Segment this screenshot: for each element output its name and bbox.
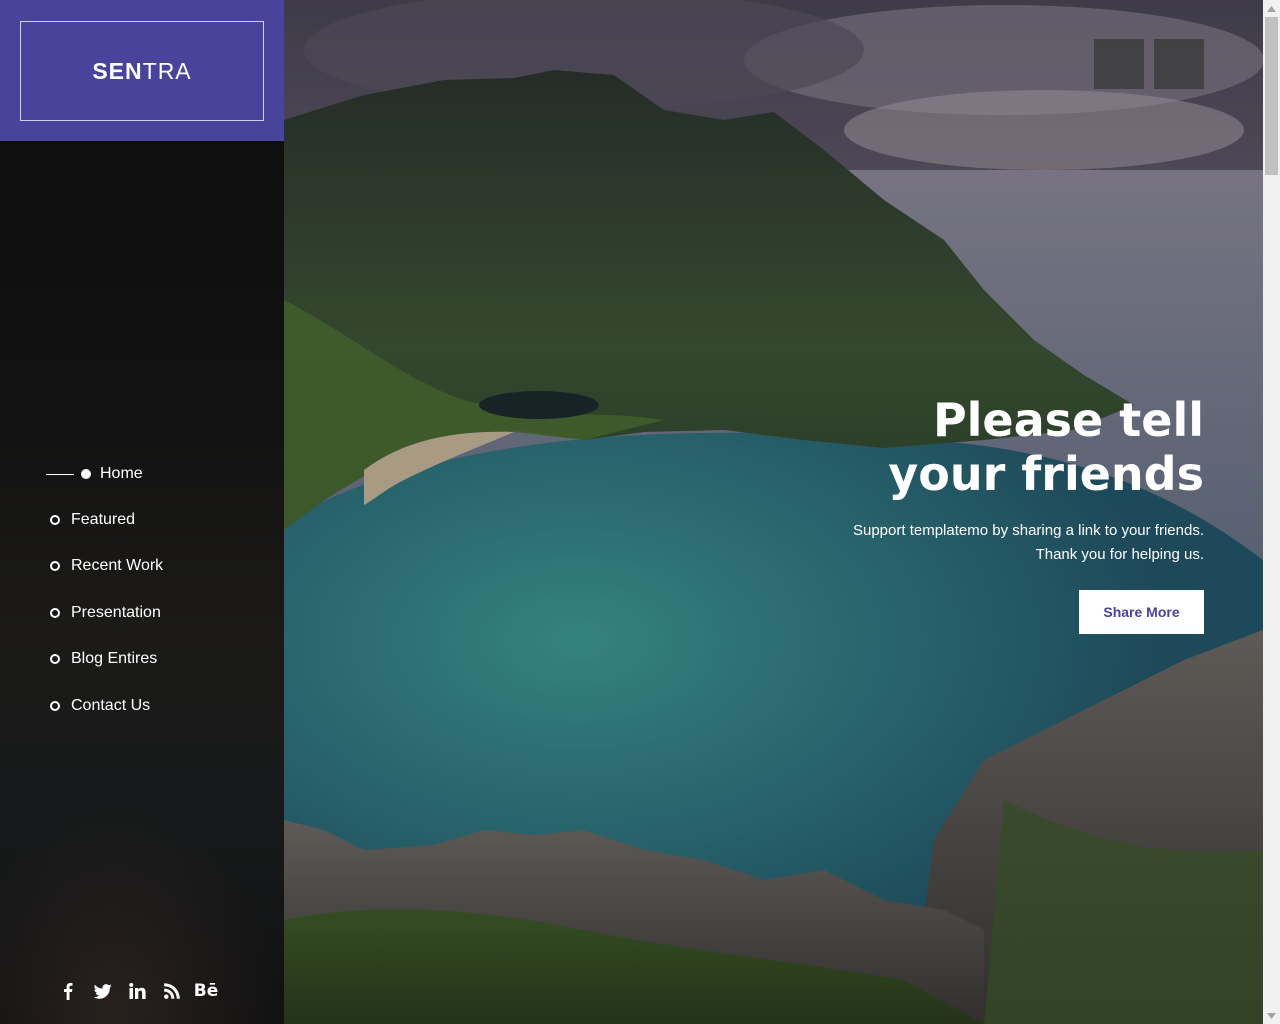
nav-label-blog-entires: Blog Entires: [71, 650, 158, 667]
nav-label-featured: Featured: [71, 511, 136, 528]
nav-label-recent-work: Recent Work: [71, 557, 164, 574]
brand-box: SEN TRA: [0, 0, 284, 141]
scroll-down-arrow-icon[interactable]: [1263, 1007, 1280, 1024]
social-links: Bē: [56, 978, 229, 1004]
brand-name-bold: SEN: [92, 57, 143, 84]
nav-item-presentation[interactable]: Presentation: [50, 601, 161, 625]
hero-title-line-2: your friends: [888, 447, 1204, 501]
active-dot-icon: [81, 469, 91, 479]
nav-dot-icon: [50, 654, 60, 664]
linkedin-icon: [128, 983, 146, 999]
facebook-link[interactable]: [56, 978, 80, 1004]
nav-item-contact-us[interactable]: Contact Us: [50, 694, 150, 718]
nav-label-contact-us: Contact Us: [71, 697, 151, 714]
site-logo[interactable]: SEN TRA: [20, 21, 264, 121]
nav-item-blog-entires[interactable]: Blog Entires: [50, 647, 157, 671]
slider-prev-button[interactable]: [1094, 39, 1144, 89]
behance-icon: Bē: [193, 981, 219, 1001]
nav-dot-icon: [50, 515, 60, 525]
vertical-scrollbar[interactable]: [1263, 0, 1280, 1024]
nav-dot-icon: [50, 561, 60, 571]
nav-dot-icon: [50, 608, 60, 618]
nav-item-home[interactable]: Home: [46, 462, 143, 486]
scrollbar-thumb[interactable]: [1265, 17, 1278, 175]
nav-dot-icon: [50, 701, 60, 711]
nav-label-presentation: Presentation: [71, 604, 161, 621]
nav-item-recent-work[interactable]: Recent Work: [50, 554, 163, 578]
nav-label-home: Home: [100, 465, 143, 482]
sidebar: SEN TRA Home Featured Recent Work Present…: [0, 0, 284, 1024]
facebook-icon: [64, 983, 73, 1000]
active-indicator-line: [46, 473, 74, 475]
hero-subtitle: Support templatemo by sharing a link to …: [744, 519, 1204, 567]
brand-name-light: TRA: [142, 57, 192, 84]
hero-subtitle-line-1: Support templatemo by sharing a link to …: [852, 522, 1204, 539]
rss-link[interactable]: [160, 978, 184, 1004]
behance-link[interactable]: Bē: [193, 978, 219, 1004]
linkedin-link[interactable]: [125, 978, 149, 1004]
scroll-up-arrow-icon[interactable]: [1263, 0, 1280, 17]
page: Please tell your friends Support templat…: [0, 0, 1280, 1024]
twitter-icon: [93, 983, 112, 999]
twitter-link[interactable]: [91, 978, 115, 1004]
hero-title-line-1: Please tell: [932, 393, 1204, 447]
hero-text-block: Please tell your friends Support templat…: [744, 393, 1204, 567]
slider-next-button[interactable]: [1154, 39, 1204, 89]
rss-icon: [163, 983, 180, 999]
hero-subtitle-line-2: Thank you for helping us.: [1035, 546, 1204, 563]
nav-item-featured[interactable]: Featured: [50, 508, 135, 532]
share-more-button[interactable]: Share More: [1079, 590, 1204, 634]
hero-title: Please tell your friends: [744, 393, 1204, 501]
